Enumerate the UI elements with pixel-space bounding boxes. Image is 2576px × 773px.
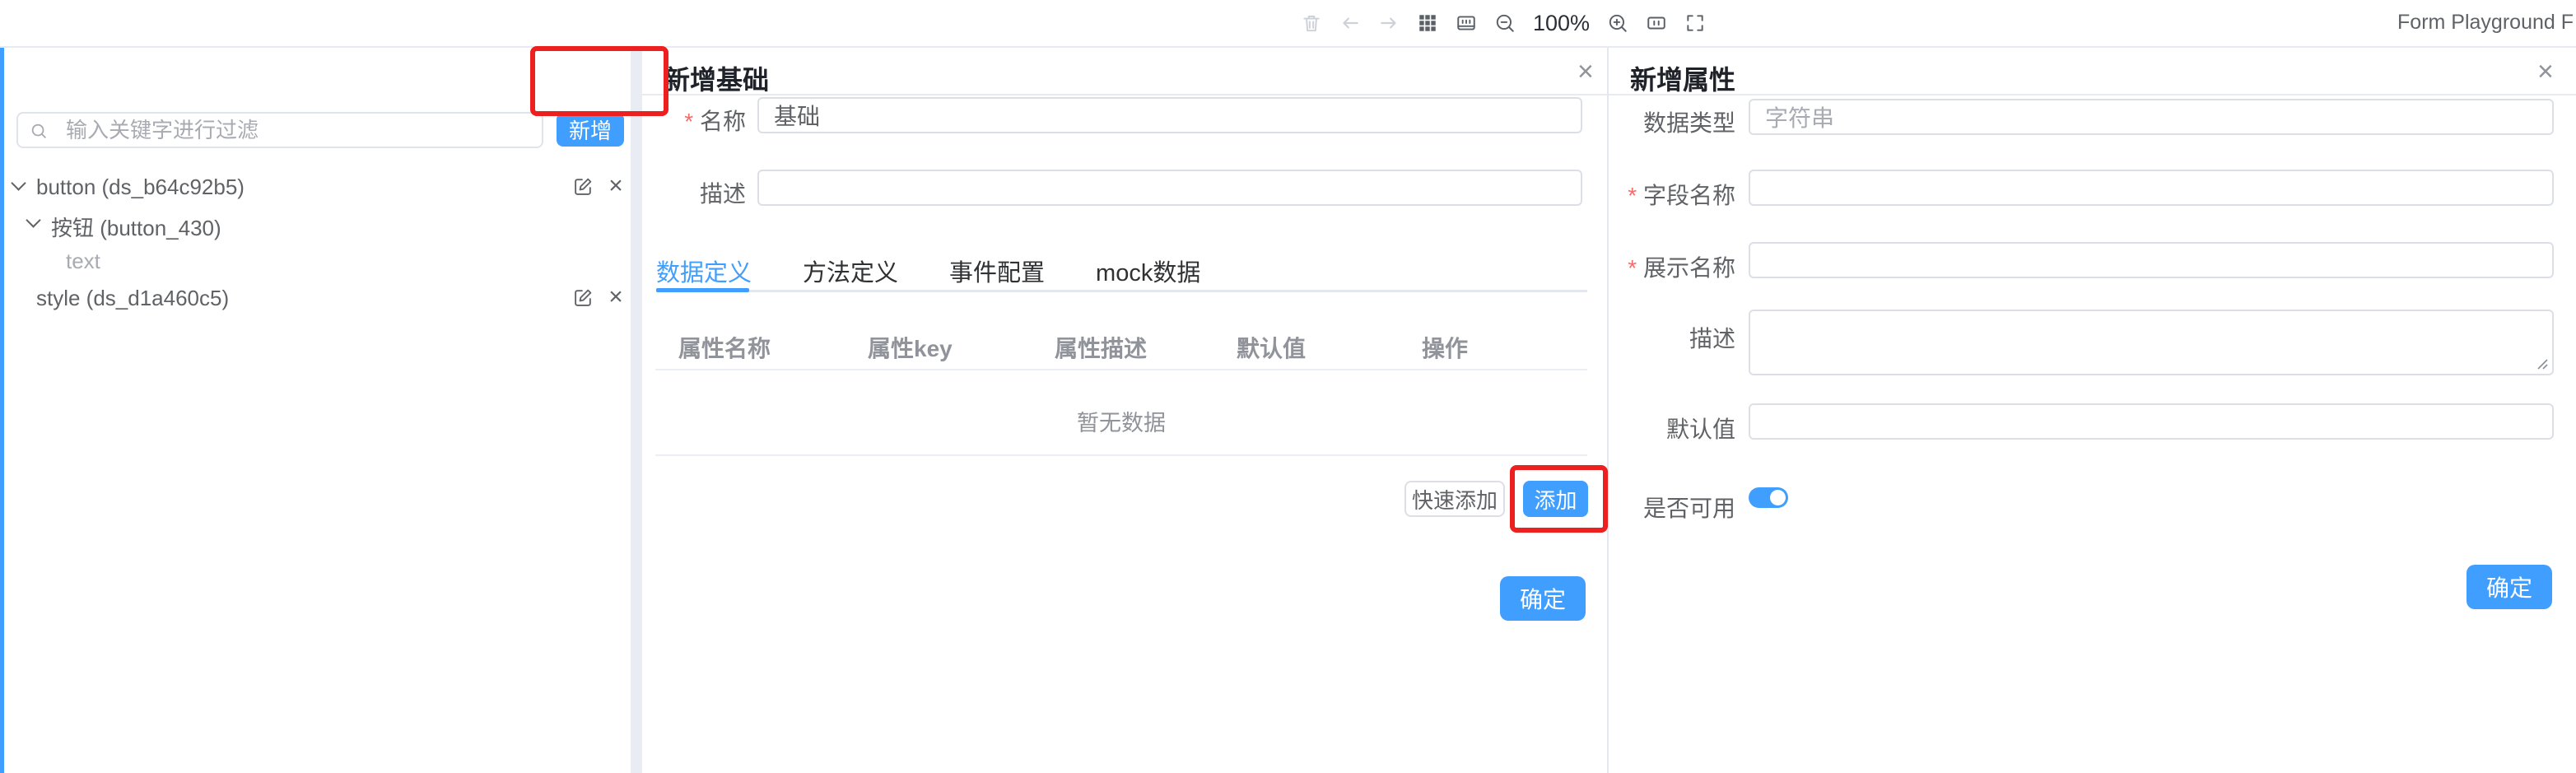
resize-grip-icon[interactable] bbox=[2536, 357, 2549, 370]
top-toolbar: 100% Form Playground F bbox=[0, 0, 2576, 48]
zoom-in-icon[interactable] bbox=[1605, 11, 1630, 35]
name-field-label: 名称 bbox=[642, 104, 746, 137]
undo-arrow-icon[interactable] bbox=[1338, 11, 1363, 35]
close-icon[interactable]: × bbox=[604, 284, 627, 310]
zoom-level: 100% bbox=[1531, 11, 1591, 36]
zoom-out-icon[interactable] bbox=[1493, 11, 1517, 35]
grid-icon[interactable] bbox=[1415, 11, 1440, 35]
column-header: 属性名称 bbox=[678, 331, 771, 364]
dialog-title: 新增属性 bbox=[1630, 59, 1735, 97]
description-label: 描述 bbox=[1609, 321, 1735, 354]
tree-item-label: 按钮 (button_430) bbox=[51, 212, 221, 242]
active-tab-indicator bbox=[656, 288, 749, 292]
field-name-label: 字段名称 bbox=[1609, 178, 1735, 211]
data-type-input[interactable] bbox=[1749, 99, 2554, 135]
close-icon[interactable]: × bbox=[2537, 59, 2554, 84]
quick-add-button[interactable]: 快速添加 bbox=[1404, 481, 1505, 517]
tree-item-label: text bbox=[66, 249, 100, 274]
field-name-input[interactable] bbox=[1749, 170, 2554, 206]
data-type-label: 数据类型 bbox=[1609, 105, 1735, 138]
close-icon[interactable]: × bbox=[1577, 59, 1594, 84]
column-header: 操作 bbox=[1422, 331, 1468, 364]
search-icon bbox=[30, 122, 48, 140]
dialog-title: 新增基础 bbox=[664, 59, 769, 97]
description-textarea[interactable] bbox=[1749, 310, 2554, 375]
column-header: 属性描述 bbox=[1055, 331, 1147, 364]
tree-item[interactable]: text bbox=[0, 247, 631, 277]
table-header-divider bbox=[655, 369, 1587, 370]
chevron-down-icon[interactable] bbox=[11, 175, 26, 190]
tree-item[interactable]: style (ds_d1a460c5) × bbox=[0, 284, 631, 314]
table-bottom-divider bbox=[655, 454, 1587, 456]
confirm-button[interactable]: 确定 bbox=[1500, 576, 1586, 621]
default-value-label: 默认值 bbox=[1609, 412, 1735, 445]
description-input[interactable] bbox=[757, 170, 1582, 206]
empty-table-text: 暂无数据 bbox=[655, 405, 1587, 437]
app-title: Form Playground F bbox=[2397, 11, 2574, 35]
tab-4[interactable]: mock数据 bbox=[1096, 254, 1200, 288]
column-header: 属性key bbox=[868, 331, 953, 364]
canvas-toolbar-icons: 100% bbox=[1299, 0, 1707, 46]
tab-3[interactable]: 事件配置 bbox=[949, 254, 1045, 288]
dialog-tabs: 数据定义 方法定义 事件配置 mock数据 bbox=[656, 254, 1200, 288]
tree-item-label: button (ds_b64c92b5) bbox=[36, 175, 245, 200]
tabs-underline bbox=[656, 290, 1587, 292]
enabled-toggle[interactable] bbox=[1749, 487, 1788, 508]
edit-icon[interactable] bbox=[571, 284, 594, 310]
component-tree-sidebar: 新增 button (ds_b64c92b5) × 按钮 (button_430)t… bbox=[0, 48, 631, 773]
description-field-label: 描述 bbox=[642, 176, 746, 209]
add-button[interactable]: 添加 bbox=[1523, 481, 1588, 517]
tree-item[interactable]: button (ds_b64c92b5) × bbox=[0, 173, 631, 203]
default-value-input[interactable] bbox=[1749, 403, 2554, 440]
sidebar-resize-strip[interactable] bbox=[631, 48, 642, 773]
component-panel-icon[interactable] bbox=[1644, 11, 1669, 35]
column-header: 默认值 bbox=[1237, 331, 1306, 364]
toggle-knob bbox=[1770, 490, 1786, 505]
title-divider bbox=[642, 94, 1607, 95]
keyboard-icon[interactable] bbox=[1454, 11, 1479, 35]
name-input[interactable] bbox=[757, 97, 1582, 133]
tab-1[interactable]: 数据定义 bbox=[656, 254, 752, 288]
search-input[interactable] bbox=[16, 112, 543, 148]
display-name-label: 展示名称 bbox=[1609, 250, 1735, 283]
panel-divider bbox=[1607, 48, 1609, 773]
enabled-label: 是否可用 bbox=[1609, 491, 1735, 524]
add-component-button[interactable]: 新增 bbox=[557, 113, 624, 147]
edit-icon[interactable] bbox=[571, 173, 594, 199]
close-icon[interactable]: × bbox=[604, 173, 627, 199]
chevron-down-icon[interactable] bbox=[26, 212, 40, 227]
tab-2[interactable]: 方法定义 bbox=[803, 254, 898, 288]
confirm-button[interactable]: 确定 bbox=[2467, 565, 2552, 609]
trash-icon[interactable] bbox=[1299, 11, 1324, 35]
tree-item-label: style (ds_d1a460c5) bbox=[36, 286, 229, 311]
left-accent-edge bbox=[0, 48, 4, 773]
fullscreen-icon[interactable] bbox=[1683, 11, 1707, 35]
title-divider bbox=[1609, 94, 2576, 95]
display-name-input[interactable] bbox=[1749, 242, 2554, 278]
redo-arrow-icon[interactable] bbox=[1377, 11, 1401, 35]
tree-item[interactable]: 按钮 (button_430) bbox=[0, 210, 631, 240]
